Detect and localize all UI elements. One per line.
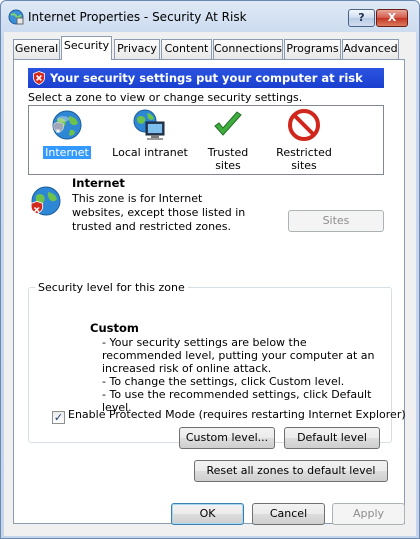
level-desc-line-2: - To change the settings, click Custom l…: [102, 375, 345, 388]
banner-text: Your security settings put your computer…: [50, 71, 363, 85]
selected-zone-name: Internet: [72, 176, 125, 190]
zone-local-intranet-label: Local intranet: [112, 146, 188, 159]
shield-warning-icon: [33, 71, 45, 85]
tab-programs[interactable]: Programs: [284, 39, 341, 59]
zone-list[interactable]: Internet Local intranet Trusted sites Re…: [28, 105, 384, 175]
zone-trusted-sites[interactable]: Trusted sites: [194, 108, 262, 172]
zone-internet-label: Internet: [43, 146, 91, 159]
sites-button[interactable]: Sites: [288, 210, 384, 232]
security-risk-banner: Your security settings put your computer…: [28, 68, 384, 88]
apply-button[interactable]: Apply: [332, 503, 405, 525]
protected-mode-checkbox-row[interactable]: ✓ Enable Protected Mode (requires restart…: [52, 408, 406, 424]
tab-general[interactable]: General: [13, 39, 60, 59]
zone-restricted-sites-label-line2: sites: [291, 159, 317, 172]
security-level-group-label: Security level for this zone: [35, 281, 188, 294]
intranet-computer-icon: [133, 109, 165, 140]
help-button[interactable]: ?: [348, 9, 375, 27]
ok-button[interactable]: OK: [171, 503, 244, 525]
green-checkmark-icon: [214, 111, 242, 136]
window-title: Internet Properties - Security At Risk: [28, 10, 247, 24]
custom-level-button[interactable]: Custom level...: [179, 427, 275, 449]
zone-trusted-sites-label: Trusted sites: [207, 146, 249, 172]
zone-instruction: Select a zone to view or change security…: [28, 91, 303, 104]
zone-internet[interactable]: Internet: [33, 108, 101, 159]
globe-icon: [52, 110, 82, 140]
tab-security[interactable]: Security: [61, 36, 112, 60]
close-window-button[interactable]: X: [376, 9, 408, 27]
default-level-button[interactable]: Default level: [284, 427, 380, 449]
security-level-name: Custom: [90, 321, 139, 335]
cancel-button[interactable]: Cancel: [252, 503, 325, 525]
security-level-description: - Your security settings are below the r…: [102, 336, 377, 414]
dialog-window: Internet Properties - Security At Risk ?…: [0, 0, 420, 539]
internet-zone-globe-icon: [30, 186, 61, 216]
tab-content[interactable]: Content: [161, 39, 212, 59]
internet-options-icon: [8, 9, 24, 25]
dialog-client-area: General Security Privacy Content Connect…: [4, 32, 416, 536]
selected-zone-description: This zone is for Internet websites, exce…: [72, 192, 246, 233]
tab-privacy[interactable]: Privacy: [114, 39, 160, 59]
reset-all-zones-button[interactable]: Reset all zones to default level: [194, 460, 388, 482]
zone-local-intranet[interactable]: Local intranet: [109, 108, 191, 159]
tab-connections[interactable]: Connections: [213, 39, 283, 59]
restricted-icon: [288, 109, 320, 141]
protected-mode-checkbox[interactable]: ✓: [52, 411, 65, 424]
zone-restricted-sites-label-line1: Restricted: [276, 146, 332, 159]
protected-mode-label: Enable Protected Mode (requires restarti…: [68, 408, 406, 421]
title-bar[interactable]: Internet Properties - Security At Risk ?…: [1, 1, 419, 33]
zone-restricted-sites[interactable]: Restricted sites: [269, 108, 339, 172]
level-desc-line-1: - Your security settings are below the r…: [102, 336, 375, 375]
tab-advanced[interactable]: Advanced: [342, 39, 399, 59]
security-tab-panel: Your security settings put your computer…: [13, 59, 406, 524]
